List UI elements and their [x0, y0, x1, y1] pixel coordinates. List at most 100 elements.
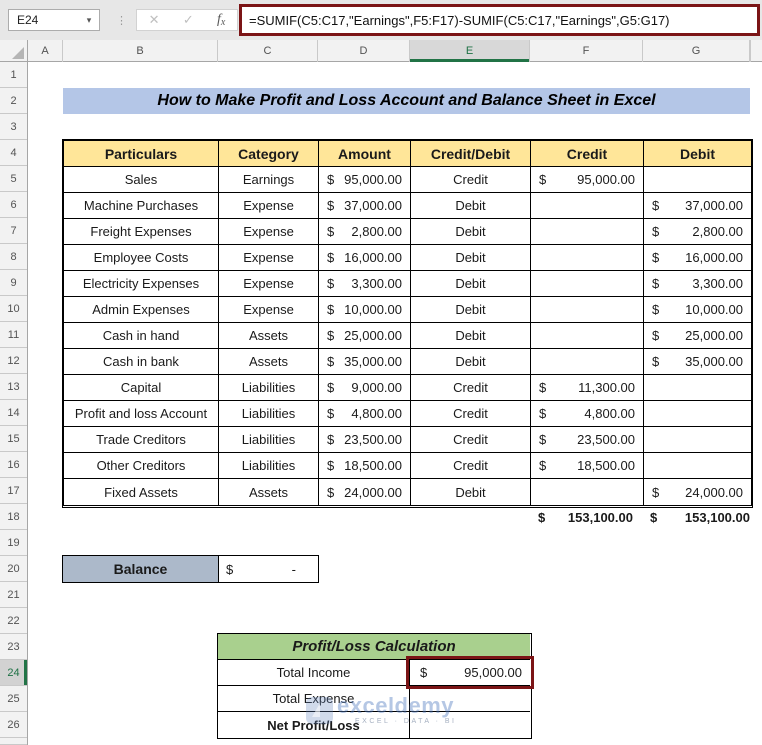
row-header-5[interactable]: 5 [0, 166, 27, 192]
cell-credit[interactable]: $95,000.00 [531, 167, 644, 193]
cell-credit[interactable] [531, 349, 644, 375]
profit-loss-title-cell[interactable]: Profit/Loss Calculation [218, 634, 530, 660]
cell-amount[interactable]: $4,800.00 [319, 401, 411, 427]
row-header-25[interactable]: 25 [0, 686, 27, 712]
row-header-13[interactable]: 13 [0, 374, 27, 400]
cell-credit[interactable] [531, 245, 644, 271]
cell-category[interactable]: Assets [219, 349, 319, 375]
name-box[interactable]: E24 ▾ [8, 9, 100, 31]
cell-debit[interactable] [644, 401, 751, 427]
row-header-1[interactable]: 1 [0, 62, 27, 88]
credit-total-cell[interactable]: $ 153,100.00 [530, 504, 643, 530]
row-header-6[interactable]: 6 [0, 192, 27, 218]
row-header-12[interactable]: 12 [0, 348, 27, 374]
column-header-f[interactable]: F [530, 40, 643, 62]
cell-category[interactable]: Liabilities [219, 453, 319, 479]
cell-amount[interactable]: $2,800.00 [319, 219, 411, 245]
header-debit[interactable]: Debit [644, 141, 751, 167]
cell-category[interactable]: Expense [219, 219, 319, 245]
cell-credit[interactable] [531, 479, 644, 505]
insert-function-icon[interactable]: fx [217, 12, 225, 28]
balance-label-cell[interactable]: Balance [62, 555, 219, 583]
cell-category[interactable]: Earnings [219, 167, 319, 193]
cell-credit-debit[interactable]: Debit [411, 349, 531, 375]
row-header-4[interactable]: 4 [0, 140, 27, 166]
cell-debit[interactable]: $25,000.00 [644, 323, 751, 349]
cell-credit[interactable]: $11,300.00 [531, 375, 644, 401]
cell-credit[interactable] [531, 219, 644, 245]
cell-debit[interactable]: $35,000.00 [644, 349, 751, 375]
cell-amount[interactable]: $10,000.00 [319, 297, 411, 323]
cell-particulars[interactable]: Profit and loss Account [64, 401, 219, 427]
cell-credit-debit[interactable]: Credit [411, 375, 531, 401]
row-header-14[interactable]: 14 [0, 400, 27, 426]
cell-particulars[interactable]: Electricity Expenses [64, 271, 219, 297]
cell-credit[interactable]: $23,500.00 [531, 427, 644, 453]
column-header-a[interactable]: A [28, 40, 63, 62]
cell-debit[interactable] [644, 453, 751, 479]
title-banner-cell[interactable]: How to Make Profit and Loss Account and … [63, 88, 750, 114]
cell-category[interactable]: Assets [219, 479, 319, 505]
cell-amount[interactable]: $9,000.00 [319, 375, 411, 401]
net-profit-loss-label-cell[interactable]: Net Profit/Loss [218, 712, 410, 738]
column-header-b[interactable]: B [63, 40, 218, 62]
cell-credit-debit[interactable]: Debit [411, 245, 531, 271]
cell-credit-debit[interactable]: Debit [411, 271, 531, 297]
cell-category[interactable]: Expense [219, 193, 319, 219]
column-header-d[interactable]: D [318, 40, 410, 62]
cell-particulars[interactable]: Trade Creditors [64, 427, 219, 453]
cell-credit[interactable] [531, 193, 644, 219]
cell-credit[interactable]: $18,500.00 [531, 453, 644, 479]
row-header-2[interactable]: 2 [0, 88, 27, 114]
column-header-g[interactable]: G [643, 40, 750, 62]
cell-particulars[interactable]: Admin Expenses [64, 297, 219, 323]
cell-amount[interactable]: $3,300.00 [319, 271, 411, 297]
header-credit[interactable]: Credit [531, 141, 644, 167]
cell-amount[interactable]: $24,000.00 [319, 479, 411, 505]
cell-debit[interactable] [644, 167, 751, 193]
cell-credit-debit[interactable]: Credit [411, 401, 531, 427]
cancel-icon[interactable]: ✕ [149, 12, 160, 28]
cell-category[interactable]: Assets [219, 323, 319, 349]
cell-credit-debit[interactable]: Debit [411, 297, 531, 323]
row-header-21[interactable]: 21 [0, 582, 27, 608]
row-header-23[interactable]: 23 [0, 634, 27, 660]
formula-input[interactable]: =SUMIF(C5:C17,"Earnings",F5:F17)-SUMIF(C… [239, 4, 760, 36]
row-header-22[interactable]: 22 [0, 608, 27, 634]
row-header-10[interactable]: 10 [0, 296, 27, 322]
balance-value-cell[interactable]: $ - [219, 555, 319, 583]
cell-particulars[interactable]: Cash in hand [64, 323, 219, 349]
cell-category[interactable]: Liabilities [219, 427, 319, 453]
cell-amount[interactable]: $18,500.00 [319, 453, 411, 479]
row-header-8[interactable]: 8 [0, 244, 27, 270]
cell-debit[interactable]: $2,800.00 [644, 219, 751, 245]
column-header-e[interactable]: E [410, 40, 530, 62]
cell-amount[interactable]: $95,000.00 [319, 167, 411, 193]
cell-debit[interactable]: $16,000.00 [644, 245, 751, 271]
cell-credit[interactable] [531, 323, 644, 349]
row-header-7[interactable]: 7 [0, 218, 27, 244]
total-income-value-cell[interactable]: $ 95,000.00 [410, 660, 530, 686]
cell-credit[interactable] [531, 271, 644, 297]
cell-particulars[interactable]: Capital [64, 375, 219, 401]
cell-credit-debit[interactable]: Credit [411, 453, 531, 479]
cell-debit[interactable]: $37,000.00 [644, 193, 751, 219]
cell-debit[interactable]: $10,000.00 [644, 297, 751, 323]
cell-credit-debit[interactable]: Credit [411, 167, 531, 193]
select-all-corner[interactable] [0, 40, 28, 62]
cell-particulars[interactable]: Fixed Assets [64, 479, 219, 505]
row-header-11[interactable]: 11 [0, 322, 27, 348]
row-header-17[interactable]: 17 [0, 478, 27, 504]
debit-total-cell[interactable]: $ 153,100.00 [643, 504, 752, 530]
cell-particulars[interactable]: Machine Purchases [64, 193, 219, 219]
cell-category[interactable]: Liabilities [219, 401, 319, 427]
row-header-26[interactable]: 26 [0, 712, 27, 738]
row-header-19[interactable]: 19 [0, 530, 27, 556]
total-expense-value-cell[interactable] [410, 686, 530, 712]
row-header-18[interactable]: 18 [0, 504, 27, 530]
total-expense-label-cell[interactable]: Total Expense [218, 686, 410, 712]
cell-credit-debit[interactable]: Debit [411, 479, 531, 505]
cell-credit-debit[interactable]: Debit [411, 323, 531, 349]
net-profit-loss-value-cell[interactable] [410, 712, 530, 738]
enter-icon[interactable]: ✓ [183, 12, 194, 28]
